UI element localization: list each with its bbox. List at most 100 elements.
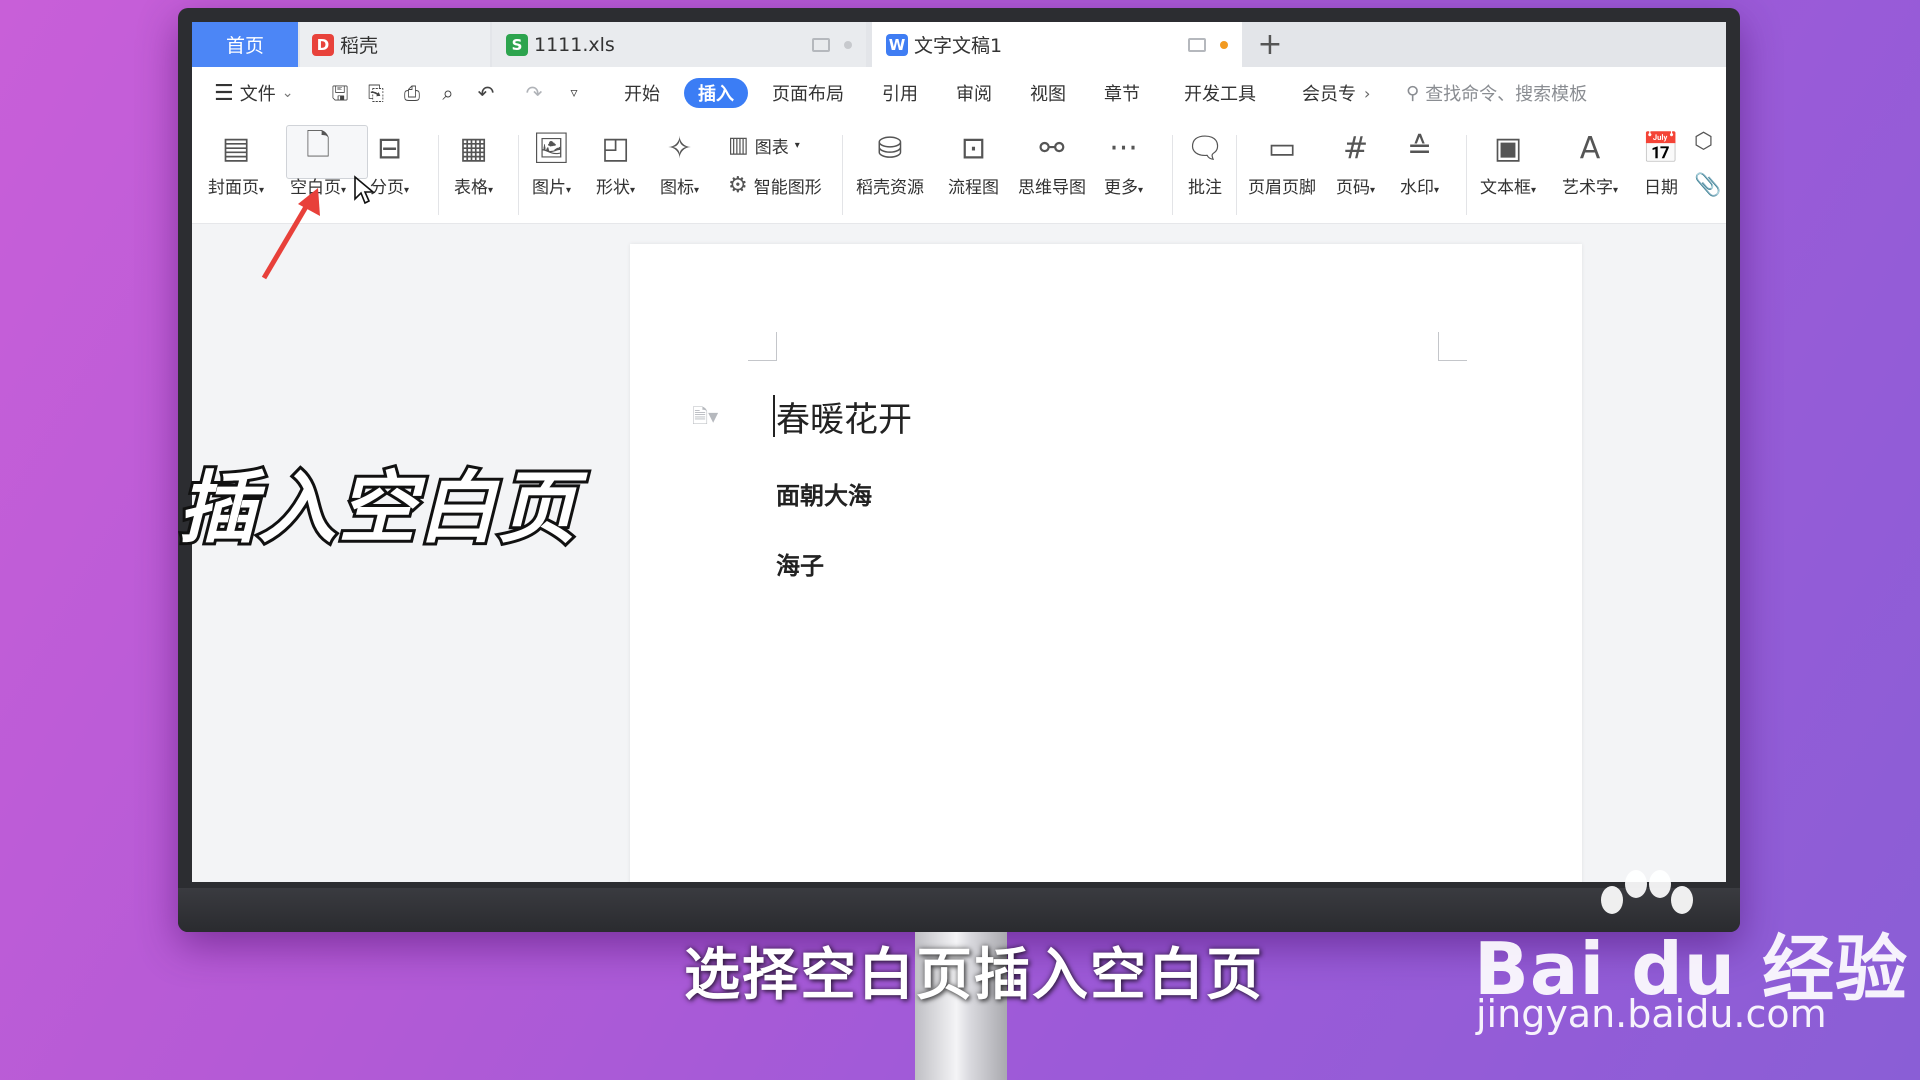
menu-tab-developer[interactable]: 开发工具 <box>1184 67 1256 119</box>
calendar-icon: 📅 <box>1642 130 1680 166</box>
dropdown-arrow-icon: ▾ <box>794 140 800 151</box>
text-cursor <box>773 395 775 437</box>
textbox-button[interactable]: ▣ 文本框▾ <box>1480 129 1537 199</box>
watermark-button[interactable]: ≙ 水印▾ <box>1400 129 1440 199</box>
daoke-resource-icon: ⛁ <box>877 130 903 166</box>
chevron-down-icon: ⌄ <box>281 85 294 101</box>
paragraph-menu-icon[interactable]: 🗎▾ <box>692 402 718 436</box>
menu-tab-chapter[interactable]: 章节 <box>1104 67 1140 119</box>
insert-ribbon: ▤ 封面页▾ 🗋 空白页▾ ⊟ 分页▾ ▦ 表格▾ 🖼 图片▾ ◰ 形状▾ ✧ … <box>192 119 1726 224</box>
comment-label: 批注 <box>1188 178 1222 198</box>
tab-home-label: 首页 <box>225 35 264 57</box>
menu-tab-review[interactable]: 审阅 <box>956 67 992 119</box>
daoke-icon: D <box>312 33 334 56</box>
flowchart-button[interactable]: ⊡ 流程图 <box>948 129 999 199</box>
chevron-right-icon: › <box>1364 83 1371 103</box>
date-button[interactable]: 📅 日期 <box>1642 129 1680 199</box>
export-icon[interactable]: ⎘ <box>364 81 388 105</box>
smartart-button[interactable]: ⚙ 智能图形 <box>728 173 822 198</box>
menu-tab-label: 开发工具 <box>1184 84 1256 105</box>
mindmap-icon: ⚯ <box>1039 130 1065 166</box>
menu-tab-start[interactable]: 开始 <box>624 67 660 119</box>
page-break-button[interactable]: ⊟ 分页▾ <box>370 129 409 199</box>
document-author[interactable]: 海子 <box>776 546 824 581</box>
redo-icon[interactable]: ↷ <box>522 81 546 105</box>
chart-button[interactable]: ▥ 图表 ▾ <box>728 133 800 158</box>
shape-label: 形状 <box>596 178 630 198</box>
plus-icon: + <box>1257 27 1283 62</box>
menu-tab-view[interactable]: 视图 <box>1030 67 1066 119</box>
overlay-title: 插入空白页 <box>175 461 579 557</box>
wordart-button[interactable]: A 艺术字▾ <box>1562 129 1619 199</box>
writer-icon: W <box>886 33 908 56</box>
annotation-arrow-icon <box>261 188 320 280</box>
save-icon[interactable]: 🖫 <box>328 81 352 105</box>
tab-spreadsheet[interactable]: S 1111.xls <box>492 22 866 67</box>
page-number-label: 页码 <box>1336 178 1370 198</box>
menu-scroll-right[interactable]: › <box>1364 67 1370 119</box>
page-number-button[interactable]: # 页码▾ <box>1336 129 1376 199</box>
print-preview-icon[interactable]: ⌕ <box>436 81 460 105</box>
customize-dropdown-icon[interactable]: ▿ <box>562 81 586 105</box>
header-footer-label: 页眉页脚 <box>1248 178 1316 198</box>
table-label: 表格 <box>454 178 488 198</box>
textbox-icon: ▣ <box>1493 130 1523 166</box>
header-footer-icon: ▭ <box>1267 130 1297 166</box>
tab-daoke[interactable]: D 稻壳 <box>300 22 490 67</box>
picture-button[interactable]: 🖼 图片▾ <box>532 129 571 199</box>
blank-page-icon: 🗋 <box>305 127 331 163</box>
document-title[interactable]: 春暖花开 <box>776 392 912 441</box>
command-search[interactable]: ⚲ 查找命令、搜索模板 <box>1406 67 1587 119</box>
new-tab-button[interactable]: + <box>1250 22 1290 67</box>
dropdown-arrow-icon: ▾ <box>1370 185 1376 196</box>
monitor-icon[interactable] <box>812 37 830 52</box>
chart-label: 图表 <box>754 138 789 158</box>
attachment-icon[interactable]: 📎 <box>1694 173 1721 198</box>
icon-button[interactable]: ✧ 图标▾ <box>660 129 700 199</box>
daoke-resource-button[interactable]: ⛁ 稻壳资源 <box>856 129 924 199</box>
more-label: 更多 <box>1104 178 1138 198</box>
watermark-url: jingyan.baidu.com <box>1476 992 1827 1036</box>
dropdown-arrow-icon: ▾ <box>1613 185 1619 196</box>
icon-label: 图标 <box>660 178 694 198</box>
menu-tab-layout[interactable]: 页面布局 <box>772 67 844 119</box>
tab-spreadsheet-label: 1111.xls <box>534 33 615 56</box>
tab-home[interactable]: 首页 <box>192 22 298 67</box>
dropdown-arrow-icon: ▾ <box>1138 185 1144 196</box>
menu-tab-member[interactable]: 会员专 <box>1302 67 1356 119</box>
cover-page-button[interactable]: ▤ 封面页▾ <box>208 129 264 199</box>
ribbon-divider <box>1236 135 1237 215</box>
dropdown-arrow-icon: ▾ <box>1434 185 1440 196</box>
menu-tab-references[interactable]: 引用 <box>882 67 918 119</box>
table-button[interactable]: ▦ 表格▾ <box>454 129 494 199</box>
video-caption: 选择空白页插入空白页 <box>684 943 1264 1008</box>
comment-icon: 🗨 <box>1185 130 1225 166</box>
more-button[interactable]: ··· 更多▾ <box>1104 129 1144 199</box>
document-page[interactable]: 🗎▾ 春暖花开 面朝大海 海子 <box>630 244 1582 882</box>
menu-tab-insert[interactable]: 插入 <box>684 78 748 108</box>
undo-icon[interactable]: ↶ <box>474 81 498 105</box>
tab-document[interactable]: W 文字文稿1 <box>872 22 1242 67</box>
header-footer-button[interactable]: ▭ 页眉页脚 <box>1248 129 1316 199</box>
unsaved-dot <box>1220 40 1228 49</box>
page-number-icon: # <box>1342 130 1369 166</box>
search-icon: ⚲ <box>1406 82 1420 104</box>
file-menu[interactable]: ☰ 文件 ⌄ <box>214 67 293 119</box>
monitor-icon[interactable] <box>1188 37 1206 52</box>
spreadsheet-icon: S <box>506 33 528 56</box>
dropdown-arrow-icon: ▾ <box>1531 185 1537 196</box>
object-icon[interactable]: ⬡ <box>1694 129 1713 154</box>
page-break-icon: ⊟ <box>376 130 403 166</box>
dropdown-arrow-icon[interactable]: ▾ <box>341 185 346 196</box>
dropdown-arrow-icon: ▾ <box>694 185 700 196</box>
document-line[interactable]: 面朝大海 <box>776 476 872 511</box>
dropdown-arrow-icon: ▾ <box>488 185 494 196</box>
menu-tab-label: 开始 <box>624 84 660 105</box>
comment-button[interactable]: 🗨 批注 <box>1185 129 1225 199</box>
menu-bar: ☰ 文件 ⌄ 🖫 ⎘ ⎙ ⌕ ↶ ↷ ▿ 开始 插入 页面布局 引用 审阅 视图… <box>192 67 1726 119</box>
smartart-icon: ⚙ <box>728 173 748 198</box>
print-icon[interactable]: ⎙ <box>400 81 424 105</box>
shape-button[interactable]: ◰ 形状▾ <box>596 129 635 199</box>
mindmap-button[interactable]: ⚯ 思维导图 <box>1018 129 1086 199</box>
tab-daoke-label: 稻壳 <box>340 35 379 57</box>
